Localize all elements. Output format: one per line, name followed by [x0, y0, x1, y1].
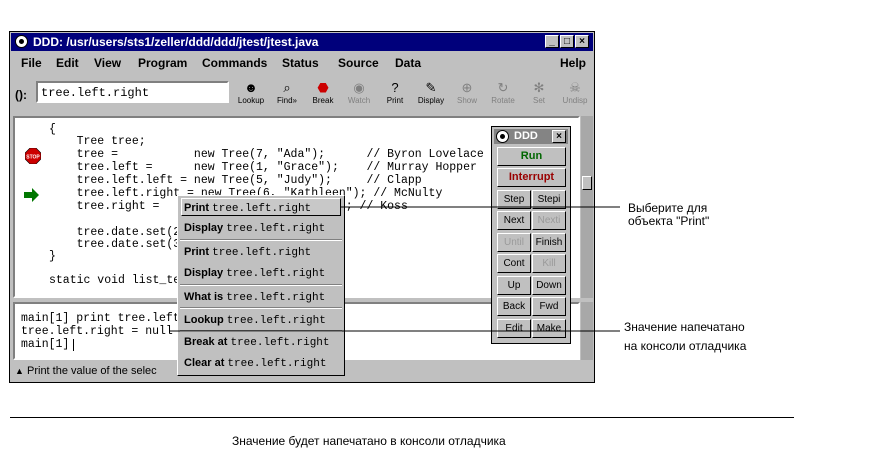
- callout-print-text: Выберите для объекта "Print": [628, 201, 710, 228]
- figure-caption: Значение будет напечатано в консоли отла…: [232, 434, 506, 448]
- callout-lines: [170, 206, 620, 332]
- figure-divider: [10, 417, 794, 418]
- callout-console-text: Значение напечатано на консоли отладчика: [624, 320, 747, 353]
